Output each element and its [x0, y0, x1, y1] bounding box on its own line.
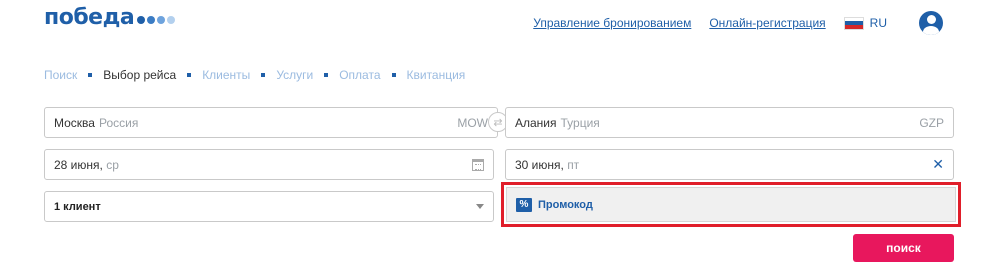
promo-code-label: Промокод	[538, 198, 593, 211]
russia-flag-icon	[843, 16, 864, 30]
language-selector[interactable]: RU	[843, 16, 887, 30]
step-search[interactable]: Поиск	[44, 68, 77, 82]
percent-icon: %	[516, 197, 532, 212]
origin-country: Россия	[98, 115, 139, 130]
return-weekday: пт	[567, 157, 580, 172]
promo-code-button[interactable]: % Промокод	[506, 187, 956, 222]
passengers-value: 1 клиент	[54, 200, 101, 213]
destination-country: Турция	[560, 115, 600, 130]
clear-date-icon[interactable]: ✕	[932, 156, 944, 173]
passengers-select[interactable]: 1 клиент	[44, 191, 494, 222]
step-separator	[88, 73, 93, 77]
return-date-input[interactable]: 30 июня, пт ✕	[505, 149, 954, 180]
online-checkin-link[interactable]: Онлайн-регистрация	[709, 16, 825, 30]
chevron-down-icon	[476, 204, 484, 209]
manage-booking-link[interactable]: Управление бронированием	[533, 16, 691, 30]
pobeda-logo[interactable]: победа	[44, 5, 177, 30]
logo-text: победа	[44, 5, 135, 30]
origin-city: Москва	[54, 115, 95, 130]
header-nav: Управление бронированием Онлайн-регистра…	[533, 11, 943, 35]
destination-city: Алания	[515, 115, 557, 130]
step-separator	[187, 73, 192, 77]
departure-date-input[interactable]: 28 июня, ср	[44, 149, 494, 180]
step-receipt: Квитанция	[406, 68, 466, 82]
destination-code: GZP	[919, 115, 944, 130]
return-date: 30 июня,	[515, 157, 564, 172]
step-separator	[391, 73, 396, 77]
departure-date: 28 июня,	[54, 157, 103, 172]
step-flight-selection: Выбор рейса	[103, 68, 177, 82]
search-button[interactable]: поиск	[853, 234, 954, 262]
user-circle-icon[interactable]	[919, 11, 943, 35]
step-services: Услуги	[276, 68, 314, 82]
logo-dots	[137, 15, 177, 24]
booking-steps-breadcrumb: Поиск Выбор рейса Клиенты Услуги Оплата …	[44, 68, 465, 82]
destination-input[interactable]: Алания Турция GZP	[505, 107, 954, 138]
origin-code: MOW	[457, 115, 488, 130]
origin-input[interactable]: Москва Россия MOW	[44, 107, 498, 138]
step-separator	[261, 73, 266, 77]
step-separator	[324, 73, 329, 77]
step-payment: Оплата	[339, 68, 381, 82]
calendar-icon[interactable]	[472, 158, 484, 171]
departure-weekday: ср	[106, 157, 119, 172]
language-label: RU	[869, 16, 887, 30]
step-clients: Клиенты	[202, 68, 251, 82]
